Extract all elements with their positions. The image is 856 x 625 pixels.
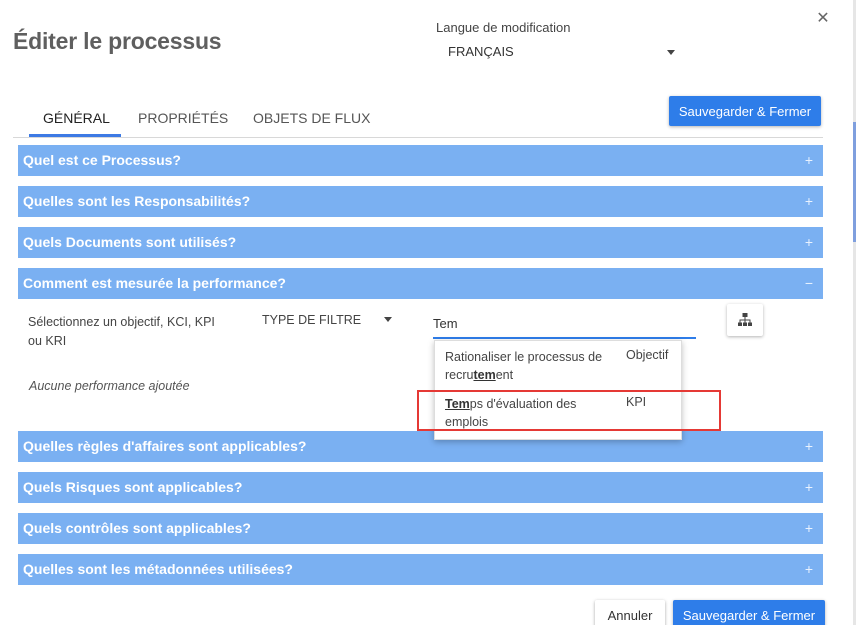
- section-performance[interactable]: Comment est mesurée la performance? −: [18, 268, 823, 299]
- close-icon[interactable]: ✕: [816, 9, 830, 29]
- save-close-button-top[interactable]: Sauvegarder & Fermer: [669, 96, 821, 126]
- collapse-icon: −: [804, 275, 813, 291]
- filter-type-label: TYPE DE FILTRE: [262, 313, 362, 327]
- performance-panel: Sélectionnez un objectif, KCI, KPI ou KR…: [18, 299, 823, 431]
- section-title: Quelles sont les métadonnées utilisées?: [23, 561, 293, 577]
- expand-icon: +: [804, 234, 813, 250]
- suggestion-name: Temps d'évaluation des emplois: [445, 397, 577, 429]
- section-title: Quelles sont les Responsabilités?: [23, 193, 251, 209]
- expand-icon: +: [804, 479, 813, 495]
- dialog-title: Éditer le processus: [13, 28, 222, 54]
- language-value: FRANÇAIS: [448, 44, 514, 59]
- section-responsibilities[interactable]: Quelles sont les Responsabilités? +: [18, 186, 823, 217]
- suggestion-dropdown: Rationaliser le processus de recrutement…: [434, 340, 682, 440]
- section-documents[interactable]: Quels Documents sont utilisés? +: [18, 227, 823, 258]
- tab-properties[interactable]: PROPRIÉTÉS: [138, 110, 228, 126]
- language-label: Langue de modification: [436, 20, 571, 35]
- section-title: Comment est mesurée la performance?: [23, 275, 286, 291]
- performance-search-input[interactable]: [433, 311, 696, 335]
- hierarchy-button[interactable]: [727, 304, 763, 336]
- section-metadata[interactable]: Quelles sont les métadonnées utilisées? …: [18, 554, 823, 585]
- hierarchy-icon: [738, 313, 752, 326]
- suggestion-type: Objectif: [626, 348, 669, 362]
- language-select[interactable]: FRANÇAIS: [436, 40, 680, 64]
- section-title: Quels Documents sont utilisés?: [23, 234, 237, 250]
- active-tab-indicator: [29, 134, 121, 137]
- expand-icon: +: [804, 438, 813, 454]
- section-controls[interactable]: Quels contrôles sont applicables? +: [18, 513, 823, 544]
- suggestion-type: KPI: [626, 395, 647, 409]
- caret-down-icon: [384, 317, 392, 322]
- filter-type-select[interactable]: TYPE DE FILTRE: [262, 311, 392, 333]
- section-title: Quels Risques sont applicables?: [23, 479, 243, 495]
- suggestion-name: Rationaliser le processus de recrutement: [445, 350, 603, 382]
- empty-performance-note: Aucune performance ajoutée: [29, 379, 190, 393]
- save-close-button-bottom[interactable]: Sauvegarder & Fermer: [673, 600, 825, 625]
- section-what-process[interactable]: Quel est ce Processus? +: [18, 145, 823, 176]
- performance-select-label: Sélectionnez un objectif, KCI, KPI ou KR…: [28, 315, 215, 348]
- section-title: Quels contrôles sont applicables?: [23, 520, 251, 536]
- section-title: Quelles règles d'affaires sont applicabl…: [23, 438, 307, 454]
- expand-icon: +: [804, 152, 813, 168]
- expand-icon: +: [804, 193, 813, 209]
- section-risks[interactable]: Quels Risques sont applicables? +: [18, 472, 823, 503]
- performance-search[interactable]: [433, 311, 696, 339]
- edit-process-dialog: Éditer le processus ✕ Langue de modifica…: [0, 0, 856, 625]
- suggestion-item[interactable]: Rationaliser le processus de recrutement…: [435, 341, 683, 387]
- expand-icon: +: [804, 520, 813, 536]
- caret-down-icon: [667, 50, 675, 55]
- tab-flow-objects[interactable]: OBJETS DE FLUX: [253, 110, 370, 126]
- tab-general[interactable]: GÉNÉRAL: [43, 110, 110, 126]
- section-title: Quel est ce Processus?: [23, 152, 181, 168]
- suggestion-item[interactable]: Temps d'évaluation des emplois KPI: [435, 388, 683, 434]
- expand-icon: +: [804, 561, 813, 577]
- cancel-button[interactable]: Annuler: [595, 600, 665, 625]
- section-business-rules[interactable]: Quelles règles d'affaires sont applicabl…: [18, 431, 823, 462]
